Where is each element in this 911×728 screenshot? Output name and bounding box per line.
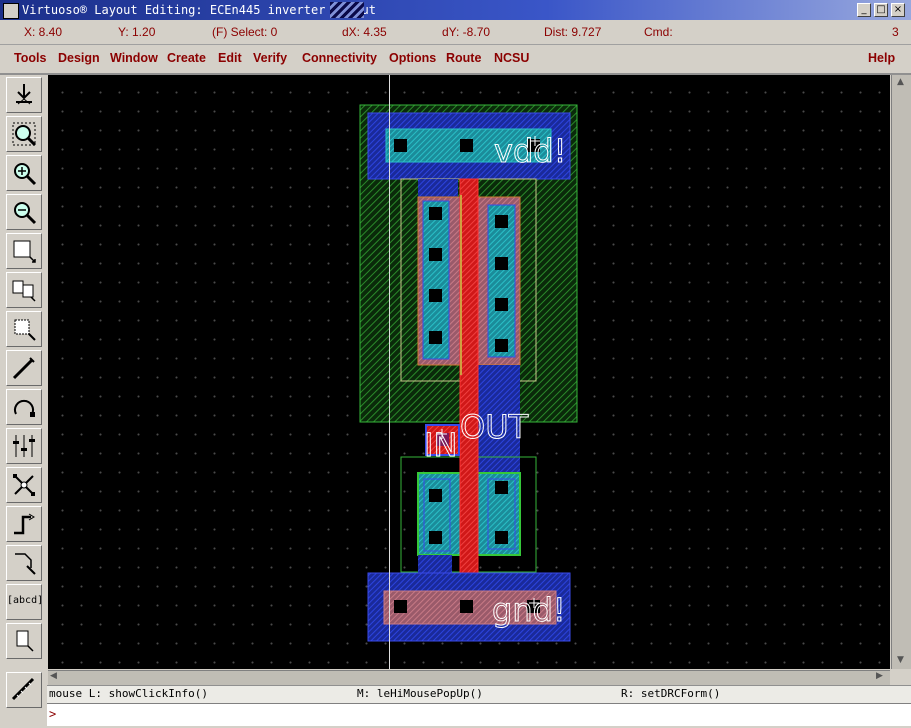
ruler-icon — [11, 677, 35, 701]
command-readout: Cmd: — [644, 25, 673, 39]
zoom-in-tool-button[interactable] — [6, 155, 42, 191]
pmos-contact[interactable] — [495, 215, 508, 228]
vdd-contact[interactable] — [394, 139, 407, 152]
nmos-contact[interactable] — [429, 531, 442, 544]
move-tool-button[interactable] — [6, 311, 42, 347]
path-icon — [12, 357, 35, 380]
maximize-button[interactable]: □ — [874, 3, 888, 17]
poly-gate[interactable] — [459, 178, 479, 576]
pmos-contact[interactable] — [429, 207, 442, 220]
hierarchy-icon — [13, 474, 35, 496]
nmos-contact[interactable] — [429, 489, 442, 502]
nmos-contact[interactable] — [495, 481, 508, 494]
out-label[interactable]: OUT — [460, 408, 530, 447]
fit-zoom-icon — [12, 122, 37, 147]
menu-connectivity[interactable]: Connectivity — [302, 51, 377, 65]
zoom-out-tool-button[interactable] — [6, 194, 42, 230]
move-icon — [14, 319, 36, 341]
distance-readout: Dist: 9.727 — [544, 25, 602, 39]
window-title: Virtuoso® Layout Editing: ECEn445 invert… — [22, 3, 377, 17]
dy-readout: dY: -8.70 — [442, 25, 491, 39]
menu-ncsu[interactable]: NCSU — [494, 51, 529, 65]
mouse-left-binding: mouse L: showClickInfo() — [49, 687, 208, 700]
select-icon — [15, 553, 36, 575]
menu-edit[interactable]: Edit — [218, 51, 242, 65]
label-tool-button[interactable]: [abcd] — [6, 584, 44, 620]
select-count: (F) Select: 0 — [212, 25, 278, 39]
pmos-contact[interactable] — [495, 339, 508, 352]
menu-verify[interactable]: Verify — [253, 51, 287, 65]
window-title-bar[interactable]: Virtuoso® Layout Editing: ECEn445 invert… — [0, 0, 911, 20]
x-readout: X: 8.40 — [24, 25, 63, 39]
copy-tool-button[interactable] — [6, 272, 42, 308]
menu-design[interactable]: Design — [58, 51, 100, 65]
stretch-tool-button[interactable] — [6, 233, 42, 269]
horizontal-scrollbar[interactable]: ◀ ▶ — [48, 670, 890, 685]
vdd-label[interactable]: vdd! — [494, 132, 567, 171]
vertical-scrollbar[interactable]: ▲ ▼ — [891, 75, 911, 669]
scroll-down-icon[interactable]: ▼ — [897, 655, 904, 665]
save-icon — [16, 84, 32, 105]
layout-drawing[interactable]: vdd! IN OUT gnd! — [48, 75, 890, 669]
menu-bar: Tools Design Window Create Edit Verify C… — [0, 45, 911, 75]
command-prompt: > — [49, 707, 57, 721]
layout-canvas[interactable]: vdd! IN OUT gnd! — [48, 75, 890, 669]
menu-route[interactable]: Route — [446, 51, 481, 65]
pmos-contact[interactable] — [429, 248, 442, 261]
rectangle-icon — [16, 630, 34, 652]
zoom-in-icon — [14, 163, 37, 186]
pmos-contact[interactable] — [495, 298, 508, 311]
menu-tools[interactable]: Tools — [14, 51, 46, 65]
title-decoration — [330, 2, 364, 18]
menu-options[interactable]: Options — [389, 51, 436, 65]
dx-readout: dX: 4.35 — [342, 25, 387, 39]
nmos-contact[interactable] — [495, 531, 508, 544]
scroll-up-icon[interactable]: ▲ — [897, 77, 904, 87]
mouse-middle-binding: M: leHiMousePopUp() — [357, 687, 483, 700]
in-label[interactable]: IN — [424, 426, 458, 465]
menu-help[interactable]: Help — [868, 51, 895, 65]
pmos-contact[interactable] — [429, 331, 442, 344]
undo-icon — [14, 399, 35, 417]
menu-window[interactable]: Window — [110, 51, 158, 65]
y-readout: Y: 1.20 — [118, 25, 156, 39]
select-tool-button[interactable] — [6, 545, 42, 581]
scroll-right-icon[interactable]: ▶ — [876, 671, 883, 681]
poly-gate-edge — [460, 195, 462, 375]
vdd-contact[interactable] — [460, 139, 473, 152]
hierarchy-tool-button[interactable] — [6, 467, 42, 503]
mouse-right-binding: R: setDRCForm() — [621, 687, 721, 700]
ruler-tool-button[interactable] — [6, 672, 42, 708]
copy-icon — [12, 280, 36, 302]
minimize-button[interactable]: _ — [857, 3, 871, 17]
wire-icon — [14, 513, 35, 535]
window-menu-icon[interactable] — [3, 3, 19, 19]
gnd-contact[interactable] — [394, 600, 407, 613]
path-tool-button[interactable] — [6, 350, 42, 386]
undo-tool-button[interactable] — [6, 389, 42, 425]
stretch-icon — [13, 240, 36, 263]
zoom-out-icon — [14, 202, 37, 225]
menu-create[interactable]: Create — [167, 51, 206, 65]
tool-palette: [abcd] — [0, 75, 47, 711]
properties-tool-button[interactable] — [6, 428, 42, 464]
fit-zoom-tool-button[interactable] — [6, 116, 42, 152]
gnd-contact[interactable] — [460, 600, 473, 613]
gnd-label[interactable]: gnd! — [492, 591, 567, 630]
pmos-contact[interactable] — [429, 289, 442, 302]
row-count: 3 — [892, 25, 899, 39]
coordinate-status-bar: X: 8.40 Y: 1.20 (F) Select: 0 dX: 4.35 d… — [0, 20, 911, 45]
pmos-contact[interactable] — [495, 257, 508, 270]
nmos-source-metal[interactable] — [418, 555, 452, 575]
close-button[interactable]: × — [891, 3, 905, 17]
properties-icon — [13, 435, 35, 457]
scroll-left-icon[interactable]: ◀ — [50, 671, 57, 681]
wire-tool-button[interactable] — [6, 506, 42, 542]
label-icon: [abcd] — [7, 595, 44, 606]
save-tool-button[interactable] — [6, 77, 42, 113]
command-line[interactable]: > — [47, 703, 911, 726]
mouse-bindings-bar: mouse L: showClickInfo() M: leHiMousePop… — [47, 685, 911, 703]
rectangle-tool-button[interactable] — [6, 623, 42, 659]
